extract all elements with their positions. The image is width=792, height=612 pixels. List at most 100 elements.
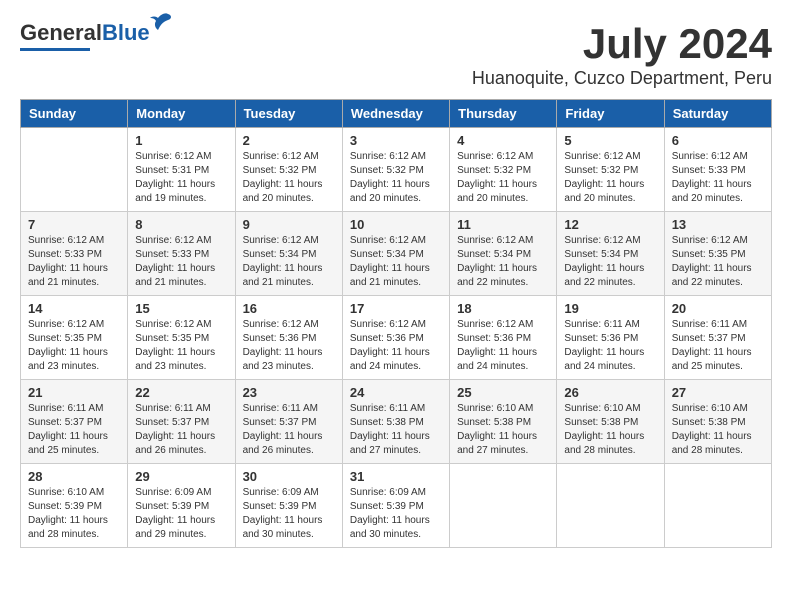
calendar-cell: 15 Sunrise: 6:12 AMSunset: 5:35 PMDayligh… [128,296,235,380]
day-info: Sunrise: 6:12 AMSunset: 5:35 PMDaylight:… [28,318,120,374]
calendar-cell [664,464,771,548]
day-number: 24 [350,385,442,400]
day-number: 25 [457,385,549,400]
calendar-cell: 21 Sunrise: 6:11 AMSunset: 5:37 PMDayligh… [21,380,128,464]
day-number: 30 [243,469,335,484]
calendar-cell: 28Sunrise: 6:10 AMSunset: 5:39 PMDayligh… [21,464,128,548]
calendar-week-2: 7 Sunrise: 6:12 AMSunset: 5:33 PMDaylight… [21,212,772,296]
day-info: Sunrise: 6:11 AMSunset: 5:36 PMDaylight:… [564,318,656,374]
bird-logo-icon [150,12,172,32]
day-info: Sunrise: 6:12 AMSunset: 5:31 PMDaylight:… [135,150,227,206]
calendar-cell: 5Sunrise: 6:12 AMSunset: 5:32 PMDaylight… [557,128,664,212]
calendar-cell: 26 Sunrise: 6:10 AMSunset: 5:38 PMDayligh… [557,380,664,464]
calendar-cell [21,128,128,212]
day-info: Sunrise: 6:11 AMSunset: 5:37 PMDaylight:… [135,402,227,458]
calendar-cell: 24 Sunrise: 6:11 AMSunset: 5:38 PMDayligh… [342,380,449,464]
location-subtitle: Huanoquite, Cuzco Department, Peru [472,68,772,89]
day-info: Sunrise: 6:12 AMSunset: 5:34 PMDaylight:… [350,234,442,290]
header-wednesday: Wednesday [342,100,449,128]
day-number: 29 [135,469,227,484]
day-number: 13 [672,217,764,232]
calendar-cell: 29Sunrise: 6:09 AMSunset: 5:39 PMDayligh… [128,464,235,548]
day-number: 4 [457,133,549,148]
page-header: GeneralBlue July 2024 Huanoquite, Cuzco … [20,20,772,89]
calendar-cell: 22Sunrise: 6:11 AMSunset: 5:37 PMDayligh… [128,380,235,464]
day-number: 14 [28,301,120,316]
day-number: 7 [28,217,120,232]
day-number: 5 [564,133,656,148]
day-number: 11 [457,217,549,232]
calendar-cell: 31Sunrise: 6:09 AMSunset: 5:39 PMDayligh… [342,464,449,548]
calendar-cell: 30 Sunrise: 6:09 AMSunset: 5:39 PMDayligh… [235,464,342,548]
day-info: Sunrise: 6:11 AMSunset: 5:37 PMDaylight:… [243,402,335,458]
calendar-cell: 6 Sunrise: 6:12 AMSunset: 5:33 PMDaylight… [664,128,771,212]
day-info: Sunrise: 6:10 AMSunset: 5:38 PMDaylight:… [564,402,656,458]
day-info: Sunrise: 6:11 AMSunset: 5:37 PMDaylight:… [672,318,764,374]
day-info: Sunrise: 6:12 AMSunset: 5:36 PMDaylight:… [243,318,335,374]
calendar-cell: 25 Sunrise: 6:10 AMSunset: 5:38 PMDayligh… [450,380,557,464]
day-number: 23 [243,385,335,400]
calendar-cell: 19 Sunrise: 6:11 AMSunset: 5:36 PMDayligh… [557,296,664,380]
calendar-cell: 27Sunrise: 6:10 AMSunset: 5:38 PMDayligh… [664,380,771,464]
day-info: Sunrise: 6:09 AMSunset: 5:39 PMDaylight:… [350,486,442,542]
day-number: 20 [672,301,764,316]
day-info: Sunrise: 6:12 AMSunset: 5:32 PMDaylight:… [457,150,549,206]
day-info: Sunrise: 6:12 AMSunset: 5:34 PMDaylight:… [243,234,335,290]
calendar-week-5: 28Sunrise: 6:10 AMSunset: 5:39 PMDayligh… [21,464,772,548]
day-number: 28 [28,469,120,484]
calendar-cell: 2 Sunrise: 6:12 AMSunset: 5:32 PMDaylight… [235,128,342,212]
calendar-cell: 10Sunrise: 6:12 AMSunset: 5:34 PMDayligh… [342,212,449,296]
logo-blue: Blue [102,20,150,45]
day-number: 9 [243,217,335,232]
day-number: 15 [135,301,227,316]
header-friday: Friday [557,100,664,128]
day-number: 18 [457,301,549,316]
logo-general: General [20,20,102,45]
day-number: 27 [672,385,764,400]
day-number: 12 [564,217,656,232]
day-info: Sunrise: 6:12 AMSunset: 5:32 PMDaylight:… [243,150,335,206]
day-number: 26 [564,385,656,400]
day-number: 1 [135,133,227,148]
day-info: Sunrise: 6:12 AMSunset: 5:35 PMDaylight:… [135,318,227,374]
calendar-body: 1 Sunrise: 6:12 AMSunset: 5:31 PMDaylight… [21,128,772,548]
day-number: 3 [350,133,442,148]
calendar-title-area: July 2024 Huanoquite, Cuzco Department, … [472,20,772,89]
day-number: 8 [135,217,227,232]
day-info: Sunrise: 6:12 AMSunset: 5:33 PMDaylight:… [672,150,764,206]
header-tuesday: Tuesday [235,100,342,128]
logo-underline [20,48,90,51]
day-info: Sunrise: 6:11 AMSunset: 5:38 PMDaylight:… [350,402,442,458]
calendar-cell: 20 Sunrise: 6:11 AMSunset: 5:37 PMDayligh… [664,296,771,380]
header-saturday: Saturday [664,100,771,128]
calendar-cell: 16Sunrise: 6:12 AMSunset: 5:36 PMDayligh… [235,296,342,380]
day-number: 2 [243,133,335,148]
day-info: Sunrise: 6:12 AMSunset: 5:35 PMDaylight:… [672,234,764,290]
day-number: 6 [672,133,764,148]
calendar-cell: 9 Sunrise: 6:12 AMSunset: 5:34 PMDaylight… [235,212,342,296]
calendar-week-3: 14 Sunrise: 6:12 AMSunset: 5:35 PMDayligh… [21,296,772,380]
day-info: Sunrise: 6:12 AMSunset: 5:34 PMDaylight:… [457,234,549,290]
month-year-title: July 2024 [472,20,772,68]
calendar-cell: 23 Sunrise: 6:11 AMSunset: 5:37 PMDayligh… [235,380,342,464]
day-info: Sunrise: 6:11 AMSunset: 5:37 PMDaylight:… [28,402,120,458]
day-info: Sunrise: 6:12 AMSunset: 5:33 PMDaylight:… [28,234,120,290]
header-thursday: Thursday [450,100,557,128]
header-sunday: Sunday [21,100,128,128]
calendar-cell [450,464,557,548]
day-info: Sunrise: 6:12 AMSunset: 5:36 PMDaylight:… [350,318,442,374]
day-number: 19 [564,301,656,316]
day-info: Sunrise: 6:10 AMSunset: 5:38 PMDaylight:… [457,402,549,458]
header-monday: Monday [128,100,235,128]
day-info: Sunrise: 6:09 AMSunset: 5:39 PMDaylight:… [243,486,335,542]
day-number: 21 [28,385,120,400]
calendar-cell: 8 Sunrise: 6:12 AMSunset: 5:33 PMDaylight… [128,212,235,296]
calendar-cell: 4 Sunrise: 6:12 AMSunset: 5:32 PMDaylight… [450,128,557,212]
day-info: Sunrise: 6:12 AMSunset: 5:36 PMDaylight:… [457,318,549,374]
calendar-cell: 1 Sunrise: 6:12 AMSunset: 5:31 PMDaylight… [128,128,235,212]
day-info: Sunrise: 6:12 AMSunset: 5:33 PMDaylight:… [135,234,227,290]
calendar-cell: 3Sunrise: 6:12 AMSunset: 5:32 PMDaylight… [342,128,449,212]
calendar-cell: 11 Sunrise: 6:12 AMSunset: 5:34 PMDayligh… [450,212,557,296]
calendar-cell [557,464,664,548]
calendar-cell: 12Sunrise: 6:12 AMSunset: 5:34 PMDayligh… [557,212,664,296]
